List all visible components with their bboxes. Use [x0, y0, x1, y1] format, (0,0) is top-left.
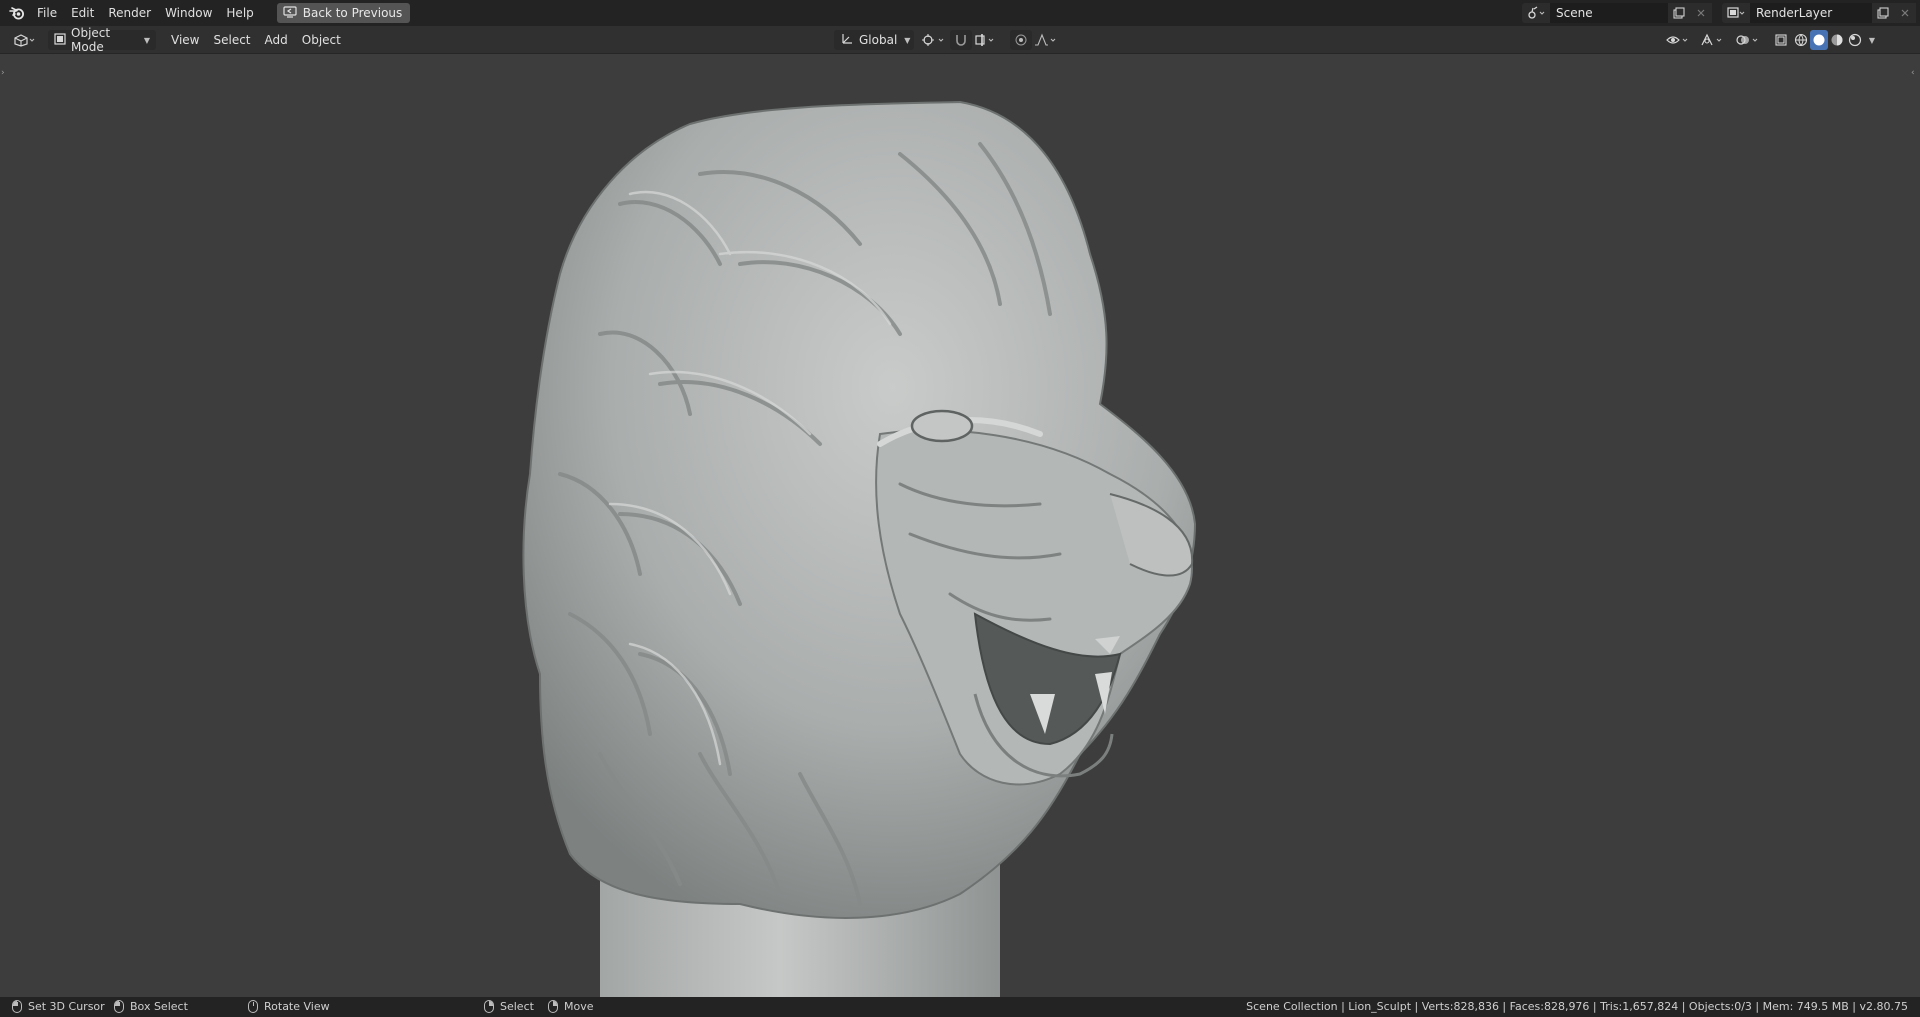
rendered-shading-icon[interactable]: [1846, 30, 1864, 50]
object-mode-dropdown[interactable]: Object Mode ▼: [48, 26, 156, 54]
menu-file[interactable]: File: [30, 3, 64, 23]
render-layer-icon[interactable]: [1722, 3, 1750, 23]
hint-label: Select: [500, 1000, 534, 1013]
chevron-down-icon: ▼: [904, 35, 911, 45]
hint-select: Select: [484, 1000, 534, 1013]
3d-viewport[interactable]: › ‹: [0, 54, 1920, 997]
menu-help[interactable]: Help: [219, 3, 260, 23]
header-menu-view[interactable]: View: [164, 30, 206, 50]
snap-element-icon[interactable]: [972, 30, 1002, 50]
delete-render-layer-icon[interactable]: [1894, 3, 1916, 23]
menu-edit[interactable]: Edit: [64, 3, 101, 23]
mouse-left-icon: [484, 1000, 494, 1013]
scene-name-field[interactable]: Scene: [1550, 3, 1668, 23]
orientation-axis-icon: [840, 32, 854, 49]
mouse-drag-icon: [114, 1000, 124, 1013]
overlays-icon[interactable]: [1734, 30, 1764, 50]
pivot-point-icon[interactable]: [920, 30, 950, 50]
top-bar: File Edit Render Window Help Back to Pre…: [0, 0, 1920, 26]
render-layer-selector: RenderLayer: [1722, 3, 1916, 23]
object-mode-label: Object Mode: [71, 26, 111, 54]
menu-render[interactable]: Render: [101, 3, 158, 23]
hint-label: Set 3D Cursor: [28, 1000, 105, 1013]
hint-rotate-view: Rotate View: [248, 1000, 330, 1013]
new-render-layer-icon[interactable]: [1872, 3, 1894, 23]
mouse-middle-icon: [248, 1000, 258, 1013]
blender-logo-icon[interactable]: [4, 0, 30, 26]
scene-statistics: Scene Collection | Lion_Sculpt | Verts:8…: [1246, 1000, 1908, 1013]
hint-label: Rotate View: [264, 1000, 330, 1013]
snap-toggle-icon[interactable]: [950, 30, 972, 50]
xray-toggle-icon[interactable]: [1770, 30, 1792, 50]
hint-move: Move: [548, 1000, 594, 1013]
gizmo-icon[interactable]: [1698, 30, 1728, 50]
hint-label: Box Select: [130, 1000, 188, 1013]
render-layer-field[interactable]: RenderLayer: [1750, 3, 1872, 23]
delete-scene-icon[interactable]: [1690, 3, 1712, 23]
mouse-left-icon: [12, 1000, 22, 1013]
proportional-editing-icon[interactable]: [1010, 30, 1032, 50]
editor-type-icon[interactable]: [8, 30, 40, 50]
solid-shading-icon[interactable]: [1810, 30, 1828, 50]
back-to-previous-button[interactable]: Back to Previous: [276, 3, 411, 23]
chevron-down-icon: ▼: [143, 35, 150, 45]
hint-label: Move: [564, 1000, 594, 1013]
material-shading-icon[interactable]: [1828, 30, 1846, 50]
screen-back-icon: [283, 5, 297, 21]
falloff-curve-icon[interactable]: [1032, 30, 1062, 50]
header-menu-object[interactable]: Object: [295, 30, 348, 50]
wireframe-shading-icon[interactable]: [1792, 30, 1810, 50]
header-menu-add[interactable]: Add: [258, 30, 295, 50]
new-scene-icon[interactable]: [1668, 3, 1690, 23]
scene-selector: Scene: [1522, 3, 1712, 23]
scene-icon[interactable]: [1522, 3, 1550, 23]
object-mode-icon: [54, 32, 66, 48]
hint-box-select: Box Select: [114, 1000, 188, 1013]
mouse-drag-icon: [548, 1000, 558, 1013]
lion-sculpt-model[interactable]: [0, 54, 1920, 997]
transform-orientation-dropdown[interactable]: Global ▼: [834, 30, 914, 50]
back-to-previous-label: Back to Previous: [302, 6, 403, 20]
visibility-eye-icon[interactable]: [1664, 30, 1694, 50]
hint-set-3d-cursor: Set 3D Cursor: [12, 1000, 105, 1013]
viewport-header: Object Mode ▼ View Select Add Object Glo…: [0, 26, 1920, 54]
header-menu-select[interactable]: Select: [206, 30, 257, 50]
shading-options-chevron-icon[interactable]: ▼: [1864, 30, 1878, 50]
menu-window[interactable]: Window: [158, 3, 219, 23]
transform-orientation-label: Global: [859, 33, 898, 47]
status-bar: Set 3D Cursor Box Select Rotate View Sel…: [0, 997, 1920, 1017]
